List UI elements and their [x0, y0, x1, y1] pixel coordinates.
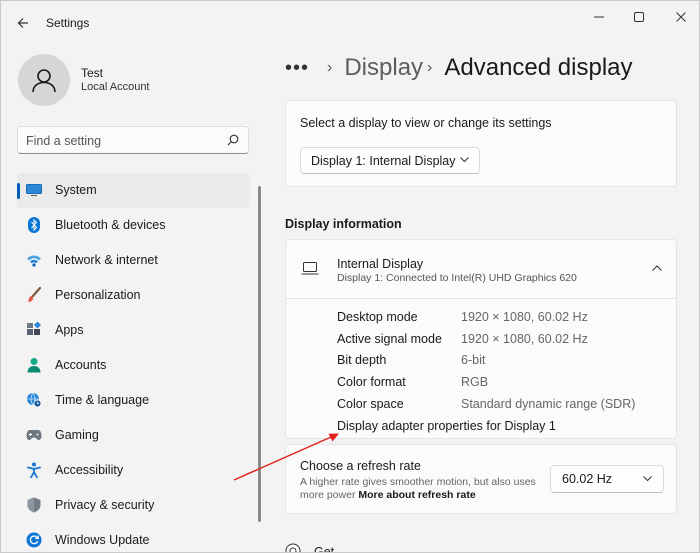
- refresh-rate-card: Choose a refresh rate A higher rate give…: [285, 444, 677, 514]
- property-name: Active signal mode: [337, 332, 442, 346]
- display-information-header[interactable]: Internal Display Display 1: Connected to…: [286, 240, 676, 299]
- minimize-icon: [594, 16, 604, 18]
- user-account-type: Local Account: [81, 81, 150, 93]
- refresh-rate-title: Choose a refresh rate: [300, 459, 421, 473]
- minimize-button[interactable]: [581, 5, 617, 29]
- display-select-card: Select a display to view or change its s…: [285, 100, 677, 187]
- shield-icon: [26, 497, 42, 513]
- sidebar-item-accessibility[interactable]: Accessibility: [17, 453, 250, 488]
- back-button[interactable]: [11, 11, 35, 35]
- sidebar-item-network[interactable]: Network & internet: [17, 243, 250, 278]
- sidebar-item-label: Accounts: [55, 358, 107, 372]
- title-bar: Settings: [1, 1, 699, 45]
- close-button[interactable]: [663, 5, 699, 29]
- sidebar-item-time-language[interactable]: Time & language: [17, 383, 250, 418]
- breadcrumb-more-button[interactable]: •••: [285, 57, 309, 80]
- sidebar-item-label: Time & language: [55, 393, 150, 407]
- system-icon: [26, 182, 42, 198]
- monitor-icon: [301, 262, 319, 275]
- display-adapter-properties-link[interactable]: Display adapter properties for Display 1: [337, 419, 556, 433]
- sidebar-item-label: Bluetooth & devices: [55, 218, 166, 232]
- sidebar-item-label: Accessibility: [55, 463, 124, 477]
- wifi-icon: [26, 252, 42, 268]
- chevron-right-icon: ›: [327, 59, 333, 76]
- accounts-icon: [26, 357, 42, 373]
- sidebar-item-label: Network & internet: [55, 253, 158, 267]
- help-icon: [285, 543, 301, 552]
- avatar[interactable]: [18, 54, 70, 106]
- property-value: Standard dynamic range (SDR): [461, 397, 636, 411]
- sidebar-item-label: Personalization: [55, 288, 141, 302]
- sidebar-item-windows-update[interactable]: Windows Update: [17, 523, 250, 552]
- section-title-display-information: Display information: [285, 217, 402, 231]
- chevron-down-icon: [460, 157, 469, 163]
- property-name: Desktop mode: [337, 310, 418, 324]
- breadcrumb: ••• › Display › Advanced display: [285, 51, 633, 85]
- refresh-rate-dropdown[interactable]: 60.02 Hz: [550, 465, 664, 493]
- sidebar-item-label: Privacy & security: [55, 498, 155, 512]
- property-value: 1920 × 1080, 60.02 Hz: [461, 310, 588, 324]
- display-select-prompt: Select a display to view or change its s…: [300, 116, 552, 130]
- sidebar-item-bluetooth[interactable]: Bluetooth & devices: [17, 208, 250, 243]
- chevron-right-icon: ›: [427, 59, 433, 76]
- sidebar-item-apps[interactable]: Apps: [17, 313, 250, 348]
- search-box[interactable]: [17, 126, 249, 154]
- bluetooth-icon: [26, 217, 42, 233]
- more-about-refresh-rate-link[interactable]: More about refresh rate: [358, 489, 475, 501]
- refresh-rate-description: A higher rate gives smoother motion, but…: [300, 476, 540, 502]
- property-name: Color space: [337, 397, 404, 411]
- sidebar-item-personalization[interactable]: Personalization: [17, 278, 250, 313]
- sidebar-scrollbar[interactable]: [258, 186, 261, 522]
- property-name: Color format: [337, 375, 406, 389]
- display-dropdown[interactable]: Display 1: Internal Display: [300, 147, 480, 174]
- user-icon: [32, 69, 56, 93]
- chevron-up-icon[interactable]: [652, 265, 662, 271]
- sidebar-item-label: Apps: [55, 323, 84, 337]
- display-information-card: Internal Display Display 1: Connected to…: [285, 239, 677, 439]
- user-name: Test: [81, 66, 104, 80]
- maximize-icon: [634, 12, 644, 22]
- back-arrow-icon: [17, 18, 28, 28]
- sidebar-item-label: System: [55, 183, 97, 197]
- page-title: Advanced display: [444, 54, 633, 81]
- update-icon: [26, 532, 42, 548]
- property-value: 6-bit: [461, 353, 486, 367]
- get-help-label: Get help: [314, 545, 335, 553]
- property-name: Bit depth: [337, 353, 387, 367]
- app-title: Settings: [46, 16, 90, 30]
- property-value: RGB: [461, 375, 489, 389]
- close-icon: [676, 12, 686, 22]
- sidebar-item-system[interactable]: System: [17, 173, 250, 208]
- globe-clock-icon: [26, 392, 42, 408]
- sidebar-item-accounts[interactable]: Accounts: [17, 348, 250, 383]
- property-value: 1920 × 1080, 60.02 Hz: [461, 332, 588, 346]
- display-dropdown-value: Display 1: Internal Display: [311, 153, 456, 168]
- property-row-active-signal-mode: Active signal mode 1920 × 1080, 60.02 Hz: [337, 332, 657, 350]
- apps-icon: [26, 322, 42, 338]
- refresh-rate-dropdown-value: 60.02 Hz: [562, 472, 613, 486]
- breadcrumb-parent-display[interactable]: Display: [344, 54, 423, 82]
- accessibility-icon: [26, 462, 42, 478]
- settings-window: Settings Test Local Account System: [0, 0, 700, 553]
- sidebar-item-privacy-security[interactable]: Privacy & security: [17, 488, 250, 523]
- chevron-down-icon: [643, 476, 652, 482]
- search-input[interactable]: [26, 132, 216, 149]
- sidebar-item-gaming[interactable]: Gaming: [17, 418, 250, 453]
- sidebar-item-label: Gaming: [55, 428, 99, 442]
- maximize-button[interactable]: [621, 5, 657, 29]
- property-row-desktop-mode: Desktop mode 1920 × 1080, 60.02 Hz: [337, 310, 657, 328]
- gamepad-icon: [26, 427, 42, 443]
- display-connection: Display 1: Connected to Intel(R) UHD Gra…: [337, 272, 577, 284]
- property-row-color-space: Color space Standard dynamic range (SDR): [337, 397, 657, 415]
- sidebar-item-label: Windows Update: [55, 533, 150, 547]
- property-row-color-format: Color format RGB: [337, 375, 657, 393]
- property-row-bit-depth: Bit depth 6-bit: [337, 353, 657, 371]
- brush-icon: [26, 287, 42, 303]
- search-icon[interactable]: [227, 134, 239, 146]
- sidebar-nav: System Bluetooth & devices Network & int…: [17, 173, 250, 552]
- display-name: Internal Display: [337, 257, 424, 271]
